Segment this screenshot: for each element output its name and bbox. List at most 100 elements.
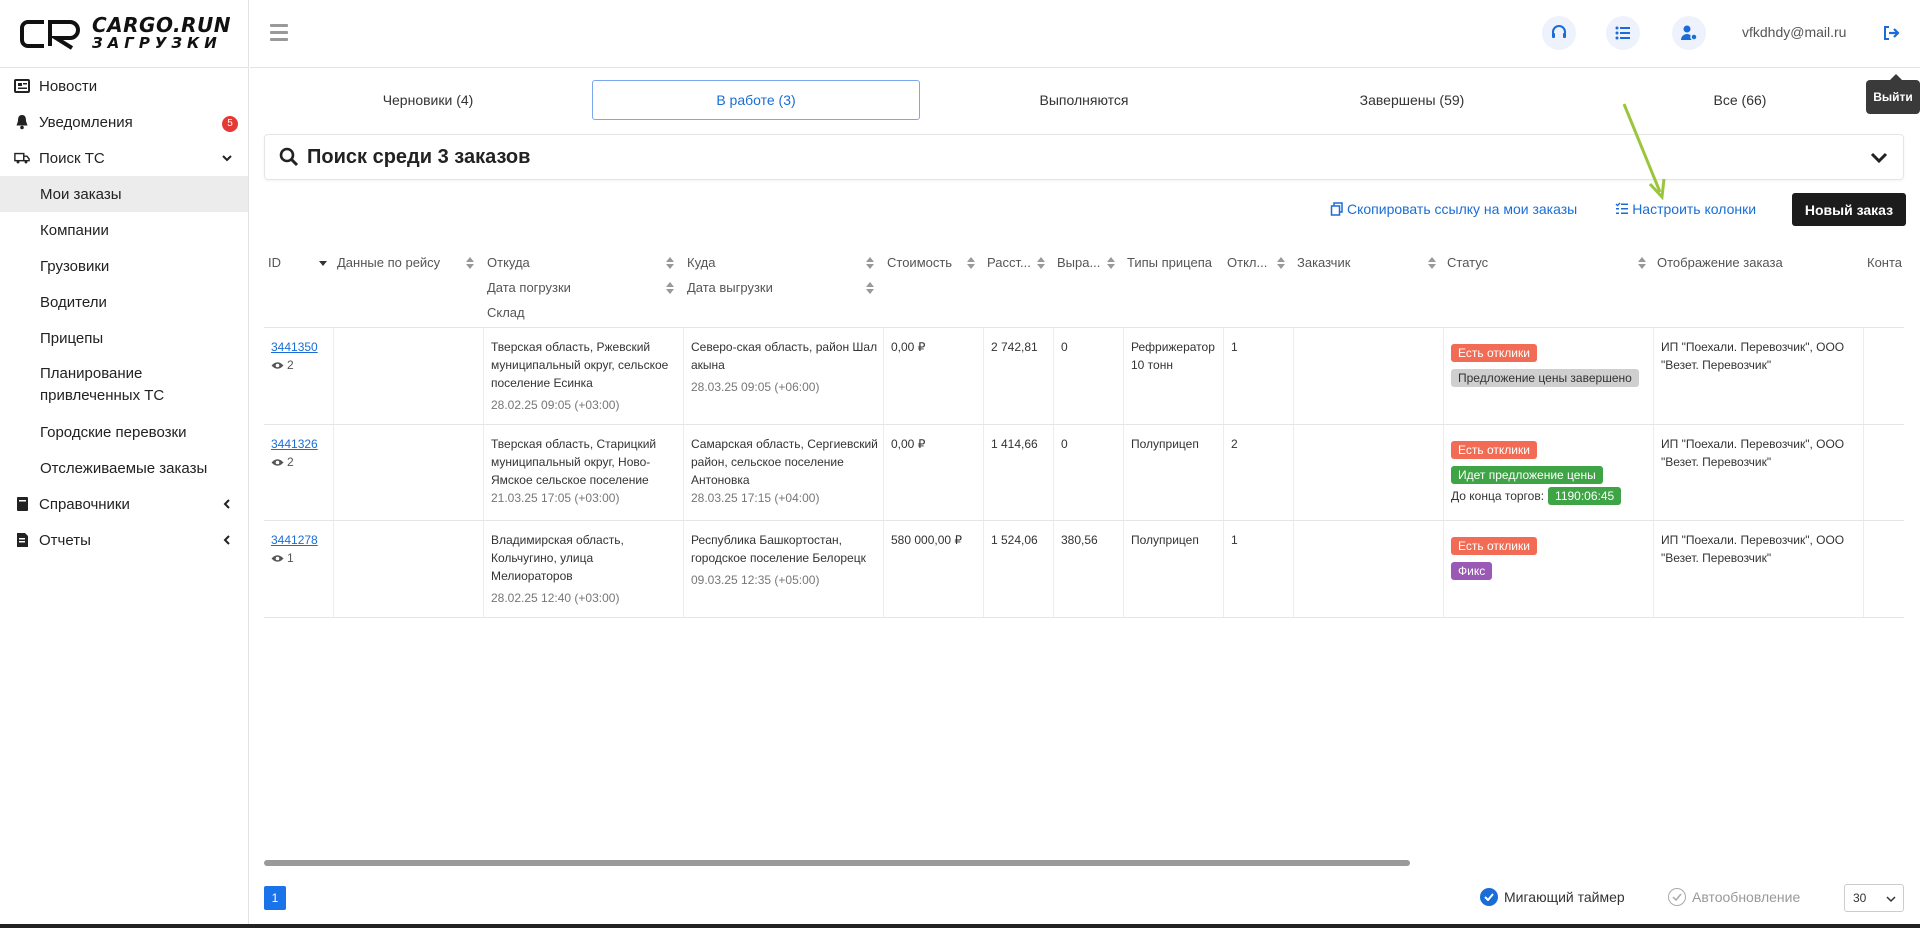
- copy-link-button[interactable]: Скопировать ссылку на мои заказы: [1330, 201, 1577, 217]
- header-status[interactable]: Статус: [1447, 252, 1488, 274]
- sidebar-item-companies[interactable]: Компании: [0, 212, 248, 248]
- cell-to: Самарская область, Сергиевский район, се…: [691, 435, 879, 507]
- sort-icon[interactable]: [666, 282, 674, 294]
- header-warehouse[interactable]: Склад: [487, 302, 525, 324]
- profile-settings-button[interactable]: [1672, 16, 1706, 50]
- sort-icon[interactable]: [1277, 257, 1285, 269]
- sidebar-item-news[interactable]: Новости: [0, 68, 248, 104]
- annotation-arrow-icon: [1622, 103, 1666, 200]
- support-button[interactable]: [1542, 16, 1576, 50]
- order-id-link[interactable]: 3441326: [271, 437, 318, 451]
- cell-distance: 2 742,81: [991, 340, 1038, 354]
- sidebar-item-trailers[interactable]: Прицепы: [0, 320, 248, 356]
- logo[interactable]: CARGO.RUN ЗАГРУЗКИ: [0, 0, 248, 68]
- cell-distance: 1 414,66: [991, 437, 1038, 451]
- cell-id: 3441350 2: [271, 338, 318, 374]
- status-badge: Предложение цены завершено: [1451, 369, 1639, 387]
- page-size-select[interactable]: 30: [1844, 884, 1904, 912]
- header-responses[interactable]: Откл...: [1227, 252, 1267, 274]
- sidebar-item-city-transport[interactable]: Городские перевозки: [0, 414, 248, 450]
- tab-in-work[interactable]: В работе (3): [592, 80, 920, 120]
- menu-toggle-icon[interactable]: [270, 24, 288, 42]
- sort-icon[interactable]: [1428, 257, 1436, 269]
- logo-line1: CARGO.RUN: [92, 12, 232, 37]
- sort-icon[interactable]: [466, 257, 474, 269]
- blinking-timer-toggle[interactable]: Мигающий таймер: [1480, 888, 1625, 906]
- table-row[interactable]: 3441350 2 Тверская область, Ржевский мун…: [264, 328, 1904, 425]
- sidebar-item-reports[interactable]: Отчеты: [0, 522, 248, 558]
- load-date: 28.02.25 12:40 (+03:00): [491, 591, 620, 605]
- headset-icon: [1552, 25, 1566, 38]
- header-trailer[interactable]: Типы прицепа: [1127, 252, 1212, 274]
- sidebar-nav: Новости Уведомления 5 Поиск ТС Мои заказ…: [0, 68, 248, 558]
- new-order-button[interactable]: Новый заказ: [1792, 193, 1906, 226]
- sort-icon[interactable]: [866, 282, 874, 294]
- cell-revenue: 0: [1061, 437, 1068, 451]
- sort-icon[interactable]: [967, 257, 975, 269]
- header-unload-date[interactable]: Дата выгрузки: [687, 277, 773, 299]
- table-row[interactable]: 3441326 2 Тверская область, Старицкий му…: [264, 425, 1904, 521]
- to-address: Северо-ская область, район Шал акына: [691, 340, 878, 372]
- copy-link-label: Скопировать ссылку на мои заказы: [1347, 201, 1578, 217]
- header-cost[interactable]: Стоимость: [887, 252, 952, 274]
- sidebar-item-vehicle-search[interactable]: Поиск ТС: [0, 140, 248, 176]
- tab-drafts[interactable]: Черновики (4): [264, 80, 592, 120]
- chevron-down-icon[interactable]: [1869, 147, 1889, 167]
- sidebar-item-label: Новости: [39, 77, 98, 95]
- sort-icon[interactable]: [1037, 257, 1045, 269]
- header-contacts[interactable]: Конта: [1867, 252, 1902, 274]
- status-badge: Идет предложение цены: [1451, 466, 1603, 484]
- header-display[interactable]: Отображение заказа: [1657, 252, 1783, 274]
- sort-desc-icon[interactable]: [319, 261, 327, 267]
- logo-text: CARGO.RUN ЗАГРУЗКИ: [92, 12, 232, 52]
- cell-revenue: 0: [1061, 340, 1068, 354]
- header-distance[interactable]: Расст...: [987, 252, 1031, 274]
- search-icon: [279, 147, 299, 167]
- sidebar-item-notifications[interactable]: Уведомления 5: [0, 104, 248, 140]
- list-button[interactable]: [1606, 16, 1640, 50]
- cell-responses: 1: [1231, 533, 1238, 547]
- sidebar-item-tracked-orders[interactable]: Отслеживаемые заказы: [0, 450, 248, 486]
- sidebar-item-label: Справочники: [39, 495, 130, 513]
- table-row[interactable]: 3441278 1 Владимирская область, Кольчуги…: [264, 521, 1904, 618]
- header-load-date[interactable]: Дата погрузки: [487, 277, 571, 299]
- configure-columns-button[interactable]: Настроить колонки: [1615, 201, 1756, 217]
- from-address: Владимирская область, Кольчугино, улица …: [491, 533, 624, 583]
- sidebar-item-label: Мои заказы: [40, 185, 122, 203]
- status-badge: Есть отклики: [1451, 441, 1537, 459]
- header-revenue[interactable]: Выра...: [1057, 252, 1100, 274]
- order-id-link[interactable]: 3441350: [271, 340, 318, 354]
- sidebar-item-trucks[interactable]: Грузовики: [0, 248, 248, 284]
- header-from[interactable]: Откуда: [487, 252, 530, 274]
- report-icon: [14, 532, 30, 548]
- sidebar-item-label: Отслеживаемые заказы: [40, 459, 208, 477]
- horizontal-scrollbar[interactable]: [264, 860, 1410, 866]
- tab-in-progress[interactable]: Выполняются: [920, 80, 1248, 120]
- header-to[interactable]: Куда: [687, 252, 715, 274]
- header-trip[interactable]: Данные по рейсу: [337, 252, 440, 274]
- cell-to: Республика Башкортостан, городское посел…: [691, 531, 879, 589]
- status-badge: Есть отклики: [1451, 537, 1537, 555]
- list-check-icon: [1615, 202, 1629, 214]
- sidebar-item-my-orders[interactable]: Мои заказы: [0, 176, 248, 212]
- sidebar-item-planning[interactable]: Планирование привлеченных ТС: [0, 356, 248, 414]
- sort-icon[interactable]: [1107, 257, 1115, 269]
- order-id-link[interactable]: 3441278: [271, 533, 318, 547]
- header-customer[interactable]: Заказчик: [1297, 252, 1350, 274]
- auto-update-toggle[interactable]: Автообновление: [1668, 888, 1800, 906]
- cell-display: ИП "Поехали. Перевозчик", ООО "Везет. Пе…: [1661, 437, 1845, 469]
- header-id[interactable]: ID: [268, 252, 281, 274]
- sort-icon[interactable]: [1638, 257, 1646, 269]
- pagination-page[interactable]: 1: [264, 886, 286, 910]
- sidebar-item-references[interactable]: Справочники: [0, 486, 248, 522]
- sidebar-item-label: Грузовики: [40, 257, 110, 275]
- to-address: Самарская область, Сергиевский район, се…: [691, 437, 878, 487]
- load-date: 28.02.25 09:05 (+03:00): [491, 398, 620, 412]
- sidebar-item-drivers[interactable]: Водители: [0, 284, 248, 320]
- logout-icon[interactable]: [1882, 24, 1900, 42]
- user-email[interactable]: vfkdhdy@mail.ru: [1742, 24, 1846, 40]
- tab-completed[interactable]: Завершены (59): [1248, 80, 1576, 120]
- sort-icon[interactable]: [666, 257, 674, 269]
- sidebar-item-label: Водители: [40, 293, 107, 311]
- sort-icon[interactable]: [866, 257, 874, 269]
